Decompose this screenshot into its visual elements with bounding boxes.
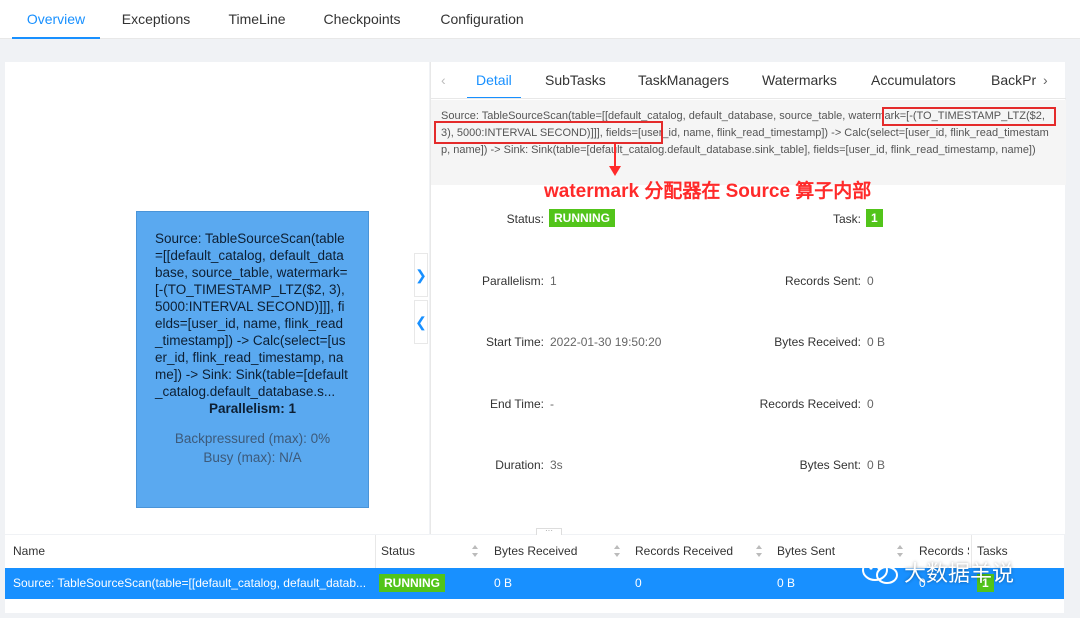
end-time-value: -	[550, 397, 554, 411]
tab-accumulators[interactable]: Accumulators	[871, 62, 956, 98]
status-label: Status:	[506, 212, 544, 226]
bytes-sent-value: 0 B	[867, 458, 886, 472]
row-status-badge: RUNNING	[379, 573, 445, 594]
end-time-label: End Time:	[489, 397, 544, 411]
sort-icon[interactable]	[613, 544, 621, 558]
node-parallelism: Parallelism: 1	[208, 401, 297, 416]
tab-configuration[interactable]: Configuration	[428, 0, 536, 39]
node-description: Source: TableSourceScan(table=[[default_…	[155, 231, 348, 399]
chevron-right-icon[interactable]: ›	[1043, 62, 1048, 98]
watermark-text: 大数据羊说	[904, 561, 1015, 586]
annotation-highlight-box	[434, 121, 663, 144]
sort-icon[interactable]	[471, 544, 479, 558]
sort-icon[interactable]	[755, 544, 763, 558]
expand-right-button[interactable]: ❯	[414, 253, 428, 297]
top-tab-bar: Overview Exceptions TimeLine Checkpoints…	[0, 0, 1080, 39]
duration-value: 3s	[550, 458, 563, 472]
parallelism-value: 1	[550, 274, 557, 288]
column-header-bytes-sent[interactable]: Bytes Sent	[777, 535, 835, 567]
row-bytes-sent: 0 B	[777, 576, 796, 590]
annotation-highlight-box	[882, 107, 1056, 126]
node-backpressured: Backpressured (max): 0%	[174, 431, 331, 446]
collapse-left-button[interactable]: ❮	[414, 300, 428, 344]
tab-checkpoints[interactable]: Checkpoints	[312, 0, 412, 39]
column-header-records-received[interactable]: Records Received	[635, 535, 733, 567]
duration-label: Duration:	[495, 458, 544, 472]
job-graph-panel: Source: TableSourceScan(table=[[default_…	[5, 62, 429, 534]
tab-watermarks[interactable]: Watermarks	[762, 62, 837, 98]
records-received-value: 0	[867, 397, 874, 411]
chevron-right-icon: ❯	[415, 267, 427, 283]
sub-tab-bar: ‹ Detail SubTasks TaskManagers Watermark…	[431, 62, 1066, 99]
chevron-left-icon: ❮	[415, 314, 427, 330]
tab-taskmanagers[interactable]: TaskManagers	[638, 62, 729, 98]
column-header-bytes-received[interactable]: Bytes Received	[494, 535, 577, 567]
start-time-label: Start Time:	[485, 335, 544, 349]
tab-timeline[interactable]: TimeLine	[218, 0, 296, 39]
tab-backpressure[interactable]: BackPr	[991, 62, 1039, 98]
wechat-icon	[862, 559, 898, 584]
row-name: Source: TableSourceScan(table=[[default_…	[13, 576, 367, 590]
watermark-overlay: 大数据羊说	[860, 555, 1014, 589]
annotation-arrow-icon	[609, 144, 621, 176]
row-records-received: 0	[635, 576, 642, 590]
operator-node[interactable]: Source: TableSourceScan(table=[[default_…	[136, 211, 369, 508]
records-received-label: Records Received:	[759, 397, 861, 411]
node-busy: Busy (max): N/A	[203, 450, 302, 465]
detail-panel: ‹ Detail SubTasks TaskManagers Watermark…	[430, 62, 1066, 536]
chevron-left-icon[interactable]: ‹	[441, 62, 446, 98]
row-bytes-received: 0 B	[494, 576, 513, 590]
column-header-name[interactable]: Name	[13, 535, 45, 567]
status-badge: RUNNING	[549, 209, 615, 227]
tab-subtasks[interactable]: SubTasks	[545, 62, 606, 98]
records-sent-value: 0	[867, 274, 874, 288]
start-time-value: 2022-01-30 19:50:20	[550, 335, 662, 349]
task-badge: 1	[866, 209, 883, 227]
bytes-sent-label: Bytes Sent:	[799, 458, 861, 472]
tab-exceptions[interactable]: Exceptions	[112, 0, 200, 39]
bytes-received-label: Bytes Received:	[774, 335, 861, 349]
tab-overview[interactable]: Overview	[12, 0, 100, 39]
bytes-received-value: 0 B	[867, 335, 886, 349]
records-sent-label: Records Sent:	[784, 274, 861, 288]
parallelism-label: Parallelism:	[481, 274, 544, 288]
column-header-status[interactable]: Status	[381, 535, 415, 567]
task-label: Task:	[832, 212, 861, 226]
annotation-text: watermark 分配器在 Source 算子内部	[544, 181, 872, 202]
tab-detail[interactable]: Detail	[467, 62, 521, 98]
